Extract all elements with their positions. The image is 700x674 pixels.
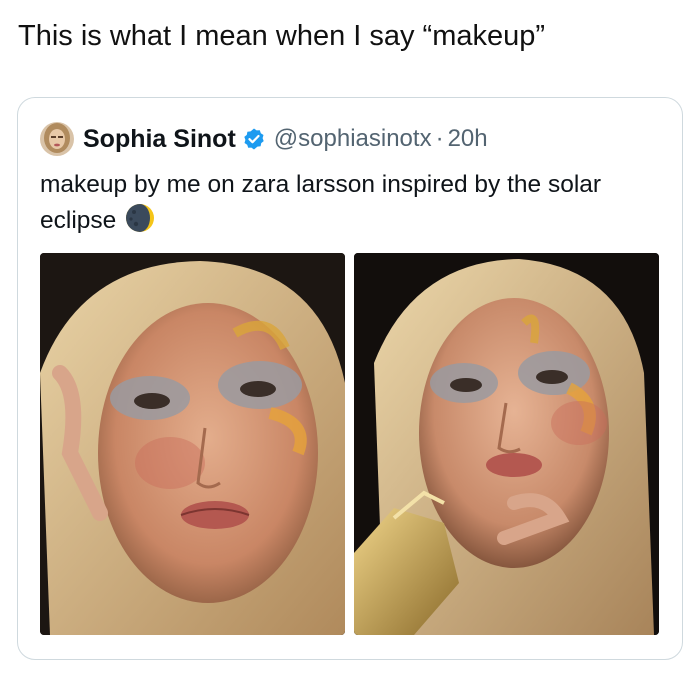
user-handle[interactable]: @sophiasinotx	[274, 125, 432, 153]
verified-badge-icon	[242, 127, 266, 151]
tweet-text: makeup by me on zara larsson inspired by…	[40, 168, 660, 238]
display-name[interactable]: Sophia Sinot	[83, 125, 236, 154]
separator-dot: ·	[435, 125, 444, 152]
tweet-timestamp[interactable]: 20h	[448, 125, 488, 153]
tweet-header: Sophia Sinot @sophiasinotx · 20h	[40, 120, 488, 158]
photo-left[interactable]	[40, 253, 345, 635]
photo-right[interactable]	[354, 253, 659, 635]
post-caption: This is what I mean when I say “makeup”	[18, 20, 546, 52]
portrait-photo-icon	[40, 253, 345, 635]
portrait-photo-icon	[354, 253, 659, 635]
quoted-tweet-card[interactable]: Sophia Sinot @sophiasinotx · 20h makeup …	[17, 97, 683, 660]
avatar[interactable]	[40, 122, 74, 156]
new-moon-face-icon	[124, 202, 156, 234]
